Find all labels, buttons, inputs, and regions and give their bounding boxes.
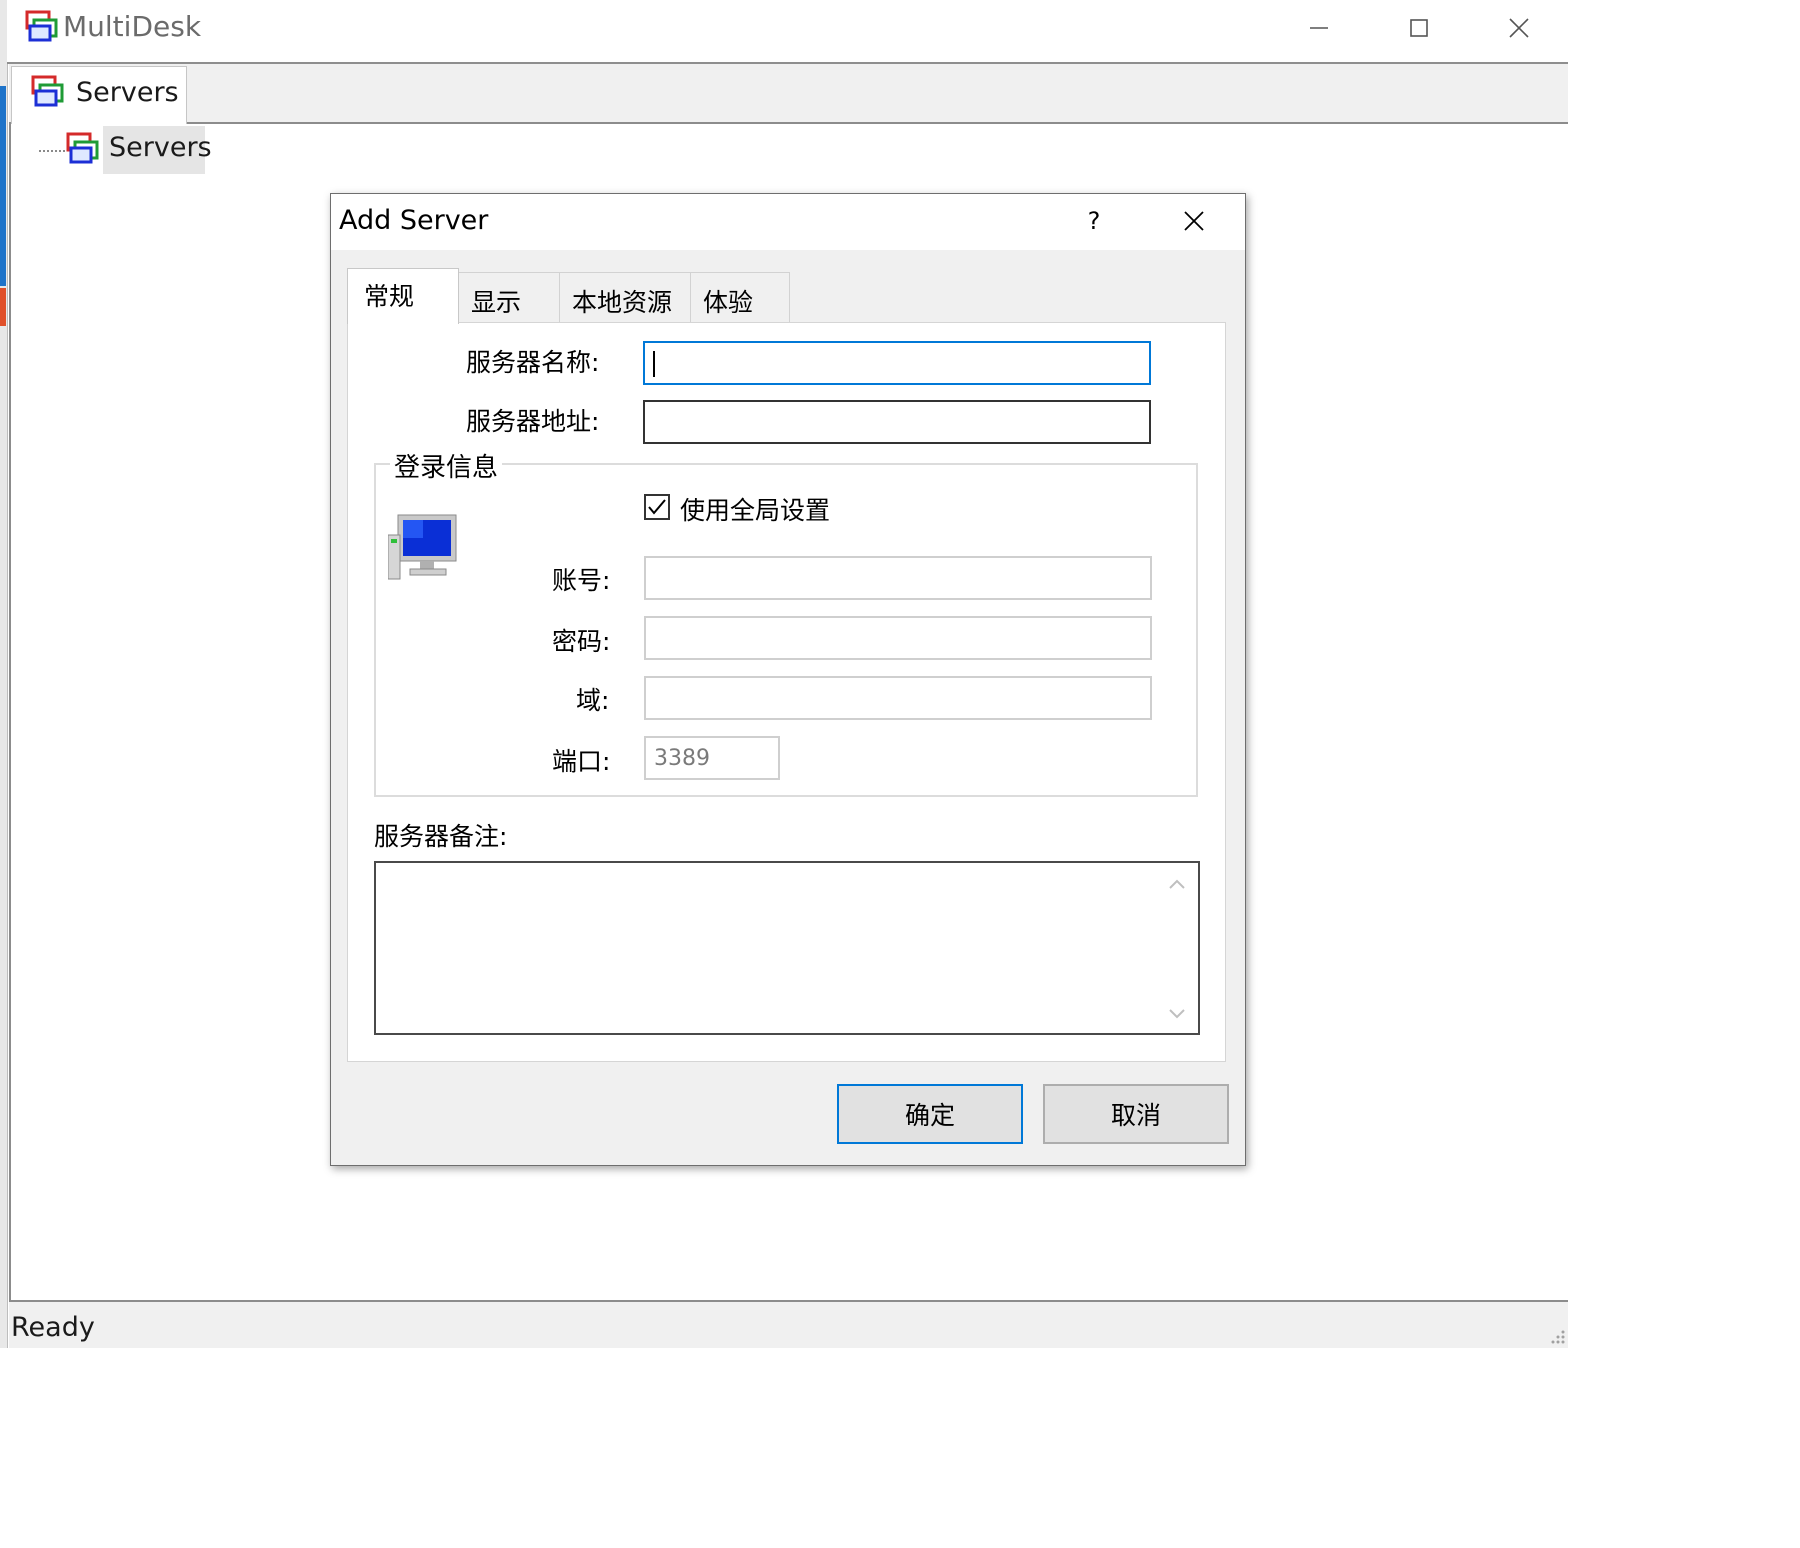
cancel-button[interactable]: 取消 (1043, 1084, 1229, 1144)
tab-general[interactable]: 常规 (347, 268, 459, 324)
use-global-settings-label[interactable]: 使用全局设置 (680, 491, 830, 527)
general-tab-page: 服务器名称: 服务器地址: 登录信息 使用全局设置 账号: 密码: 域: 端口:… (347, 322, 1226, 1062)
account-label: 账号: (552, 566, 611, 595)
tab-display[interactable]: 显示 (458, 272, 560, 322)
dialog-close-button[interactable] (1177, 204, 1211, 238)
chevron-up-icon[interactable] (1168, 877, 1186, 891)
server-address-label: 服务器地址: (466, 407, 600, 436)
maximize-button[interactable] (1369, 0, 1469, 56)
domain-label: 域: (576, 686, 610, 715)
server-name-input[interactable] (645, 343, 1149, 383)
status-bar: Ready (9, 1302, 1568, 1348)
server-name-field[interactable] (643, 341, 1151, 385)
servers-icon (31, 75, 64, 107)
minimize-icon (1310, 27, 1328, 29)
app-title: MultiDesk (63, 10, 202, 43)
password-label: 密码: (552, 627, 611, 656)
port-label: 端口: (552, 747, 611, 776)
computer-icon (388, 514, 457, 580)
account-input[interactable] (646, 558, 1150, 598)
server-name-label: 服务器名称: (466, 348, 600, 377)
background-window-strip (0, 288, 6, 326)
password-input[interactable] (646, 618, 1150, 658)
notes-scrollbar[interactable] (1158, 863, 1198, 1033)
help-button[interactable]: ? (1079, 204, 1109, 238)
dialog-title-bar: Add Server ? (331, 194, 1245, 250)
multidesk-app-icon (25, 10, 58, 42)
text-cursor (653, 351, 655, 377)
login-info-group: 登录信息 使用全局设置 账号: 密码: 域: 端口: 3389 (374, 447, 1198, 797)
domain-input[interactable] (646, 678, 1150, 718)
close-icon (1509, 18, 1529, 38)
tab-local-resources[interactable]: 本地资源 (559, 272, 691, 322)
port-field[interactable] (644, 736, 780, 780)
maximize-icon (1410, 19, 1428, 37)
servers-icon (66, 132, 99, 164)
checkmark-icon (648, 499, 666, 515)
server-address-field[interactable] (643, 400, 1151, 444)
tab-servers-label: Servers (76, 77, 179, 108)
status-text: Ready (11, 1312, 95, 1343)
add-server-dialog: Add Server ? 常规 显示 本地资源 体验 服务器名称: 服务器地址: (330, 193, 1246, 1166)
main-tab-strip: Servers (9, 64, 1568, 125)
minimize-button[interactable] (1269, 0, 1369, 56)
background-window-strip (0, 86, 6, 286)
tree-node-label: Servers (109, 132, 212, 163)
tab-experience[interactable]: 体验 (690, 272, 790, 322)
title-bar: MultiDesk (7, 0, 1568, 64)
chevron-down-icon[interactable] (1168, 1007, 1186, 1021)
port-input[interactable] (646, 738, 778, 778)
password-field[interactable] (644, 616, 1152, 660)
domain-field[interactable] (644, 676, 1152, 720)
tree-node-servers[interactable]: Servers (103, 126, 212, 174)
use-global-settings-checkbox[interactable] (644, 494, 670, 520)
close-icon (1184, 211, 1204, 231)
tab-servers[interactable]: Servers (11, 66, 187, 125)
server-address-input[interactable] (645, 402, 1149, 442)
server-notes-label: 服务器备注: (374, 822, 508, 851)
server-notes-textarea[interactable] (374, 861, 1200, 1035)
close-window-button[interactable] (1469, 0, 1569, 56)
dialog-title: Add Server (339, 205, 489, 236)
ok-button[interactable]: 确定 (837, 1084, 1023, 1144)
account-field[interactable] (644, 556, 1152, 600)
background-desktop (0, 0, 8, 1348)
resize-grip-icon[interactable] (1548, 1328, 1566, 1346)
login-info-title: 登录信息 (390, 447, 503, 484)
tree-connector-line (39, 150, 65, 152)
multidesk-window: MultiDesk Servers Servers Ready Add Serv… (0, 0, 1568, 1348)
